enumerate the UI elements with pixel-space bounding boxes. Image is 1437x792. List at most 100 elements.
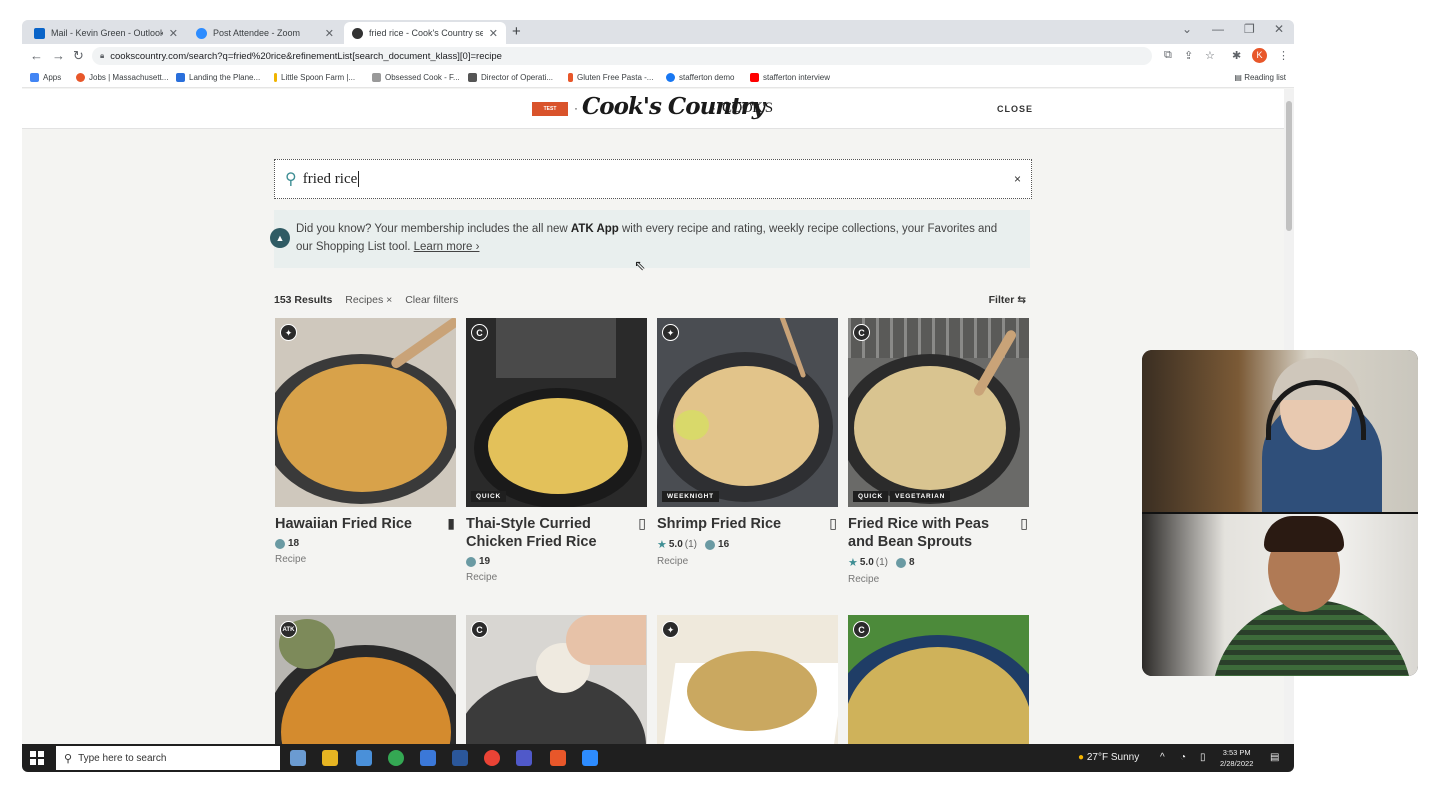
- new-tab-button[interactable]: +: [512, 23, 521, 40]
- recipe-card[interactable]: C QUICK VEGETARIAN Fried Rice with Peas a…: [848, 318, 1030, 585]
- battery-icon[interactable]: ▯: [1200, 752, 1206, 763]
- learn-more-link[interactable]: Learn more ›: [414, 241, 480, 253]
- tab-search-icon[interactable]: ⌄: [1182, 22, 1192, 36]
- bookmark-favicon: [372, 73, 381, 82]
- browser-toolbar: ← → ↻ 🔒︎ cookscountry.com/search?q=fried…: [22, 44, 1294, 68]
- food-shape: [277, 364, 447, 492]
- share-icon[interactable]: ⇪: [1184, 49, 1193, 62]
- bookmark-apps[interactable]: Apps: [30, 73, 61, 82]
- cooks-country-c-badge-icon: C: [471, 324, 488, 341]
- clear-filters-link[interactable]: Clear filters: [405, 294, 458, 306]
- results-bar: 153 Results Recipes × Clear filters Filt…: [274, 294, 1030, 308]
- video-tile-participant-1[interactable]: [1142, 350, 1418, 512]
- minimize-icon[interactable]: —: [1212, 22, 1224, 36]
- cooks-illustrated-logo[interactable]: COOK'S: [722, 100, 773, 117]
- scrollbar-thumb[interactable]: [1286, 101, 1292, 231]
- recipe-image[interactable]: C QUICK: [466, 318, 647, 507]
- weather-widget[interactable]: ● 27°F Sunny: [1078, 752, 1139, 763]
- recipe-meta: ★ 5.0 (1) 8: [848, 557, 915, 569]
- reading-list[interactable]: ▤ Reading list: [1234, 73, 1286, 82]
- bookmark-outline-icon[interactable]: ▯: [1020, 515, 1028, 532]
- bookmark-item[interactable]: Gluten Free Pasta -...: [568, 73, 653, 82]
- close-tab-icon[interactable]: ✕: [489, 27, 498, 40]
- bookmark-item[interactable]: stafferton demo: [666, 73, 734, 82]
- calculator-icon[interactable]: [356, 750, 372, 766]
- network-icon[interactable]: ◔: [1180, 752, 1186, 763]
- reload-icon[interactable]: ↻: [73, 48, 84, 64]
- install-icon[interactable]: ⧉: [1164, 49, 1172, 62]
- recipe-title[interactable]: Hawaiian Fried Rice: [275, 515, 435, 533]
- recipe-tags: WEEKNIGHT: [662, 491, 721, 502]
- docs-icon[interactable]: [420, 750, 436, 766]
- bookmark-item[interactable]: stafferton interview: [750, 73, 830, 82]
- video-tile-participant-2[interactable]: [1142, 514, 1418, 676]
- zoom-app-icon[interactable]: [582, 750, 598, 766]
- forward-icon[interactable]: →: [52, 48, 65, 63]
- bookmark-item[interactable]: Jobs | Massachusett...: [76, 73, 168, 82]
- address-bar[interactable]: 🔒︎ cookscountry.com/search?q=fried%20ric…: [92, 47, 1152, 65]
- bookmark-outline-icon[interactable]: ▯: [829, 515, 837, 532]
- clear-search-icon[interactable]: ×: [1014, 172, 1021, 186]
- filter-button[interactable]: Filter ⇆: [989, 294, 1026, 306]
- back-icon[interactable]: ←: [30, 48, 43, 63]
- spatula-shape: [389, 318, 456, 371]
- chrome-app-icon[interactable]: [388, 750, 404, 766]
- profile-avatar[interactable]: K: [1252, 48, 1267, 63]
- recipe-title[interactable]: Fried Rice with Peas and Bean Sprouts: [848, 515, 1008, 551]
- bookmarks-bar: Apps Jobs | Massachusett... Landing the …: [22, 68, 1294, 88]
- taskbar-search-input[interactable]: ⚲ Type here to search: [56, 746, 280, 770]
- separator-dot: ·: [712, 101, 716, 115]
- bookmark-item[interactable]: Landing the Plane...: [176, 73, 260, 82]
- participant-hair-shape: [1264, 516, 1344, 552]
- outlook-icon: [34, 27, 45, 39]
- url-text: cookscountry.com/search?q=fried%20rice&r…: [110, 50, 502, 62]
- teams-icon[interactable]: [516, 750, 532, 766]
- windows-start-icon[interactable]: [30, 751, 44, 765]
- bookmark-item[interactable]: Little Spoon Farm |...: [274, 73, 355, 82]
- system-clock[interactable]: 3:53 PM 2/28/2022: [1220, 747, 1253, 769]
- tab-outlook[interactable]: Mail - Kevin Green - Outlook ✕: [26, 22, 186, 44]
- recipes-filter-chip[interactable]: Recipes ×: [345, 294, 392, 306]
- menu-icon[interactable]: ⋮: [1278, 49, 1289, 62]
- hand-shape: [566, 615, 646, 665]
- search-input[interactable]: ⚲ fried rice ×: [274, 159, 1032, 199]
- bookmark-outline-icon[interactable]: ▯: [638, 515, 646, 532]
- bookmark-filled-icon[interactable]: ▮: [447, 515, 455, 532]
- recipe-title[interactable]: Thai-Style Curried Chicken Fried Rice: [466, 515, 626, 551]
- tab-cooks-country[interactable]: fried rice - Cook's Country search ✕: [344, 22, 506, 44]
- file-explorer-icon[interactable]: [322, 750, 338, 766]
- comment-icon: [275, 538, 285, 549]
- restore-icon[interactable]: ❐: [1244, 22, 1255, 36]
- tray-chevron-icon[interactable]: ^: [1160, 752, 1165, 763]
- recipe-card[interactable]: ✦ WEEKNIGHT Shrimp Fried Rice ▯ ★ 5.0 (1) 1…: [657, 318, 839, 567]
- tag-quick: QUICK: [853, 491, 888, 502]
- info-text: Did you know? Your membership includes t…: [296, 223, 998, 253]
- comment-icon: [705, 539, 716, 550]
- word-icon[interactable]: [452, 750, 468, 766]
- extensions-icon[interactable]: ✱: [1232, 49, 1241, 62]
- recipe-type: Recipe: [657, 556, 689, 567]
- chrome-profile-icon[interactable]: [550, 750, 566, 766]
- search-value: fried rice: [302, 170, 358, 187]
- notifications-icon[interactable]: ▤: [1270, 752, 1279, 763]
- recipe-image[interactable]: C QUICK VEGETARIAN: [848, 318, 1029, 507]
- close-tab-icon[interactable]: ✕: [325, 27, 334, 40]
- close-tab-icon[interactable]: ✕: [169, 27, 178, 40]
- close-search-button[interactable]: CLOSE: [997, 104, 1033, 114]
- close-window-icon[interactable]: ✕: [1274, 22, 1284, 36]
- recipe-card[interactable]: C QUICK Thai-Style Curried Chicken Fried…: [466, 318, 648, 583]
- recipe-title[interactable]: Shrimp Fried Rice: [657, 515, 817, 533]
- bookmark-item[interactable]: Director of Operati...: [468, 73, 553, 82]
- video-call-panel[interactable]: [1142, 350, 1418, 676]
- bookmark-favicon: [568, 73, 573, 82]
- recipe-card[interactable]: ✦ Hawaiian Fried Rice ▮ 18 Recipe: [275, 318, 457, 565]
- mouse-cursor-icon: ⇖: [634, 257, 646, 273]
- tab-zoom[interactable]: Post Attendee - Zoom ✕: [188, 22, 342, 44]
- recipe-image[interactable]: ✦ WEEKNIGHT: [657, 318, 838, 507]
- task-view-icon[interactable]: [290, 750, 306, 766]
- star-icon[interactable]: ☆: [1205, 49, 1215, 62]
- bookmark-item[interactable]: Obsessed Cook - F...: [372, 73, 460, 82]
- recipe-image[interactable]: ✦: [275, 318, 456, 507]
- chrome-icon[interactable]: [484, 750, 500, 766]
- test-kitchen-logo[interactable]: TEST KITCHEN: [532, 102, 568, 126]
